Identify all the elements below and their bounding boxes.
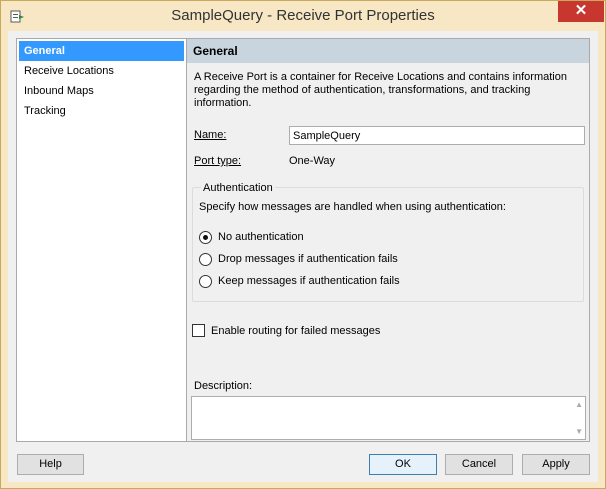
radio-label: No authentication: [218, 231, 304, 243]
name-label-text: Name:: [194, 129, 227, 141]
radio-label: Keep messages if authentication fails: [218, 275, 400, 287]
dialog-client-area: General Receive Locations Inbound Maps T…: [8, 31, 598, 482]
radio-drop-messages[interactable]: Drop messages if authentication fails: [199, 251, 398, 267]
description-label: Description:: [194, 380, 253, 392]
port-type-label: Port type:: [194, 155, 241, 167]
radio-button[interactable]: [199, 230, 212, 244]
scroll-down-icon[interactable]: ▼: [575, 427, 583, 436]
help-button[interactable]: Help: [17, 454, 84, 475]
enable-routing-label: Enable routing for failed messages: [211, 324, 381, 337]
nav-item-general[interactable]: General: [19, 41, 184, 61]
panel-header: General: [187, 39, 589, 63]
title-bar[interactable]: SampleQuery - Receive Port Properties ✕: [1, 1, 605, 31]
nav-item-receive-locations[interactable]: Receive Locations: [19, 61, 184, 81]
window-title: SampleQuery - Receive Port Properties: [171, 7, 435, 24]
radio-label: Drop messages if authentication fails: [218, 253, 398, 265]
panel-description: A Receive Port is a container for Receiv…: [194, 71, 567, 109]
nav-item-inbound-maps[interactable]: Inbound Maps: [19, 81, 184, 101]
dialog-window: SampleQuery - Receive Port Properties ✕ …: [0, 0, 606, 489]
ok-button[interactable]: OK: [369, 454, 437, 475]
cancel-button[interactable]: Cancel: [445, 454, 513, 475]
port-type-label-text: Port type:: [194, 155, 242, 167]
name-input[interactable]: [289, 126, 585, 145]
general-panel: General A Receive Port is a container fo…: [186, 38, 590, 442]
apply-button[interactable]: Apply: [522, 454, 590, 475]
scroll-up-icon[interactable]: ▲: [575, 400, 583, 409]
port-type-value: One-Way: [289, 155, 336, 167]
name-label: Name:: [194, 129, 226, 141]
authentication-group-label: Authentication: [201, 182, 275, 194]
enable-routing-option[interactable]: Enable routing for failed messages: [192, 324, 380, 337]
close-icon: ✕: [574, 2, 588, 19]
nav-item-tracking[interactable]: Tracking: [19, 101, 184, 121]
description-textarea[interactable]: ▲ ▼: [191, 396, 586, 440]
close-button[interactable]: ✕: [558, 1, 604, 22]
authentication-instruction: Specify how messages are handled when us…: [199, 201, 506, 213]
radio-no-authentication[interactable]: No authentication: [199, 229, 304, 245]
radio-button[interactable]: [199, 252, 212, 266]
enable-routing-checkbox[interactable]: [192, 324, 205, 337]
radio-button[interactable]: [199, 274, 212, 288]
category-list: General Receive Locations Inbound Maps T…: [16, 38, 187, 442]
radio-keep-messages[interactable]: Keep messages if authentication fails: [199, 273, 400, 289]
